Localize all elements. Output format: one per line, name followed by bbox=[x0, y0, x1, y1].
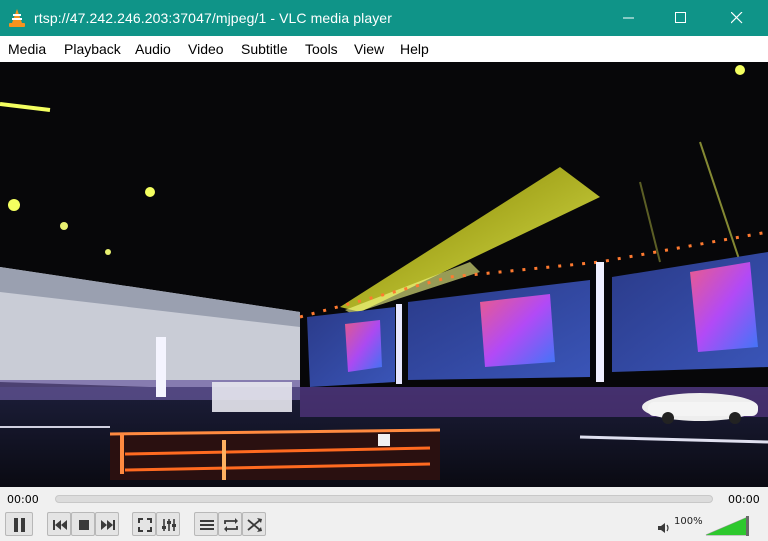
elapsed-time: 00:00 bbox=[7, 493, 39, 506]
video-frame bbox=[0, 62, 768, 487]
title-bar: rtsp://47.242.246.203:37047/mjpeg/1 - VL… bbox=[0, 0, 768, 36]
volume-slider[interactable] bbox=[705, 516, 749, 536]
menu-tools[interactable]: Tools bbox=[305, 41, 338, 57]
total-time: 00:00 bbox=[728, 493, 760, 506]
equalizer-icon bbox=[162, 519, 176, 531]
pause-icon bbox=[14, 518, 25, 532]
extended-settings-button[interactable] bbox=[156, 512, 180, 536]
maximize-icon bbox=[675, 12, 686, 23]
menu-help[interactable]: Help bbox=[400, 41, 429, 57]
menu-view[interactable]: View bbox=[354, 41, 384, 57]
maximize-button[interactable] bbox=[658, 0, 704, 36]
vlc-cone-icon bbox=[9, 9, 25, 27]
close-icon bbox=[731, 12, 743, 24]
loop-icon bbox=[224, 518, 238, 532]
playlist-icon bbox=[200, 520, 214, 530]
volume-handle[interactable] bbox=[746, 516, 749, 536]
pause-button[interactable] bbox=[5, 512, 33, 536]
menu-playback[interactable]: Playback bbox=[64, 41, 121, 57]
menu-audio[interactable]: Audio bbox=[135, 41, 171, 57]
menu-video[interactable]: Video bbox=[188, 41, 224, 57]
fullscreen-icon bbox=[138, 518, 152, 532]
loop-button[interactable] bbox=[218, 512, 242, 536]
close-button[interactable] bbox=[714, 0, 760, 36]
fullscreen-button[interactable] bbox=[132, 512, 156, 536]
menu-subtitle[interactable]: Subtitle bbox=[241, 41, 288, 57]
stop-button[interactable] bbox=[71, 512, 95, 536]
skip-forward-icon bbox=[101, 520, 115, 530]
menu-media[interactable]: Media bbox=[8, 41, 46, 57]
controls-panel: 00:00 00:00 bbox=[0, 487, 768, 541]
stop-icon bbox=[79, 520, 89, 530]
previous-button[interactable] bbox=[47, 512, 71, 536]
minimize-button[interactable] bbox=[606, 0, 652, 36]
minimize-icon bbox=[623, 17, 634, 19]
skip-back-icon bbox=[53, 520, 67, 530]
seek-slider[interactable] bbox=[55, 495, 713, 503]
next-button[interactable] bbox=[95, 512, 119, 536]
volume-label: 100% bbox=[674, 516, 703, 527]
shuffle-icon bbox=[247, 518, 262, 532]
video-output[interactable] bbox=[0, 62, 768, 487]
window-title: rtsp://47.242.246.203:37047/mjpeg/1 - VL… bbox=[34, 10, 392, 26]
speaker-icon[interactable] bbox=[657, 522, 671, 534]
shuffle-button[interactable] bbox=[242, 512, 266, 536]
playlist-button[interactable] bbox=[194, 512, 218, 536]
menu-bar: Media Playback Audio Video Subtitle Tool… bbox=[0, 36, 768, 62]
